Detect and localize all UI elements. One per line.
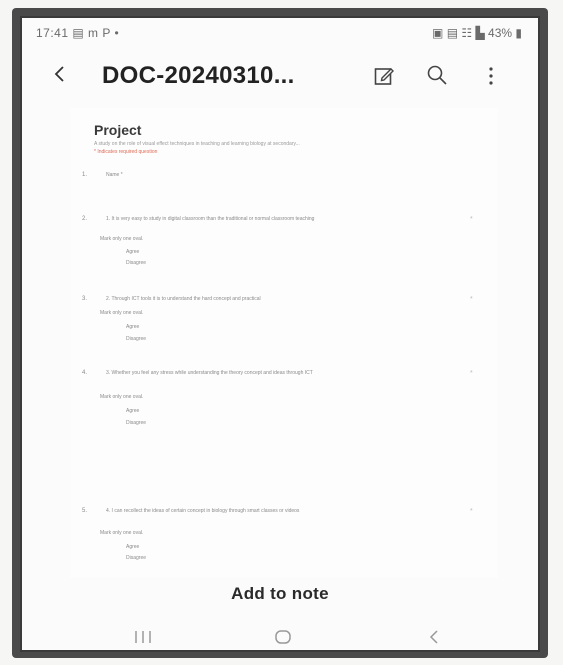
- item-number: 5.: [82, 508, 88, 514]
- item-text: 3. Whether you feel any stress while und…: [106, 370, 313, 376]
- nav-back-icon[interactable]: [428, 629, 440, 645]
- navigation-bar: [22, 622, 538, 650]
- option-label: Agree: [126, 408, 140, 414]
- required-note: * Indicates required question: [94, 149, 158, 155]
- more-options-icon[interactable]: [487, 65, 495, 87]
- option-label: Disagree: [126, 336, 147, 342]
- back-icon[interactable]: [52, 66, 68, 82]
- option-label: Agree: [126, 249, 140, 255]
- item-text: Name *: [106, 172, 123, 178]
- status-time: 17:41 ▤ m P •: [36, 26, 120, 40]
- document-title: Project: [94, 122, 142, 138]
- home-icon[interactable]: [274, 629, 292, 645]
- option-label: Agree: [126, 324, 140, 330]
- status-bar: 17:41 ▤ m P • ▣ ▤ ☷ ▙ 43% ▮: [22, 18, 538, 46]
- option-label: Disagree: [126, 420, 147, 426]
- edit-icon[interactable]: [374, 66, 396, 86]
- item-number: 3.: [82, 296, 88, 302]
- item-marker: *: [470, 296, 473, 303]
- phone-screen: 17:41 ▤ m P • ▣ ▤ ☷ ▙ 43% ▮ DOC-20240310…: [20, 16, 540, 652]
- recents-icon[interactable]: [134, 630, 152, 644]
- search-icon[interactable]: [426, 64, 448, 86]
- item-text: 1. It is very easy to study in digital c…: [106, 216, 315, 222]
- item-marker: *: [470, 216, 473, 223]
- item-number: 2.: [82, 216, 88, 222]
- option-label: Agree: [126, 544, 140, 550]
- option-label: Disagree: [126, 555, 147, 561]
- item-instruction: Mark only one oval.: [100, 236, 144, 242]
- page-title: DOC-20240310...: [102, 62, 295, 89]
- item-number: 4.: [82, 370, 88, 376]
- item-text: 2. Through ICT tools it is to understand…: [106, 296, 261, 302]
- option-label: Disagree: [126, 260, 147, 266]
- item-number: 1.: [82, 172, 88, 178]
- app-bar: DOC-20240310...: [22, 48, 538, 104]
- item-instruction: Mark only one oval.: [100, 530, 144, 536]
- document-subtitle: A study on the role of visual effect tec…: [94, 141, 300, 147]
- document-page[interactable]: Project A study on the role of visual ef…: [70, 108, 498, 578]
- item-marker: *: [470, 370, 473, 377]
- item-marker: *: [470, 508, 473, 515]
- add-to-note-button[interactable]: Add to note: [22, 584, 538, 604]
- item-instruction: Mark only one oval.: [100, 394, 144, 400]
- status-icons: ▣ ▤ ☷ ▙ 43% ▮: [432, 26, 522, 40]
- item-text: 4. I can recollect the ideas of certain …: [106, 508, 300, 514]
- item-instruction: Mark only one oval.: [100, 310, 144, 316]
